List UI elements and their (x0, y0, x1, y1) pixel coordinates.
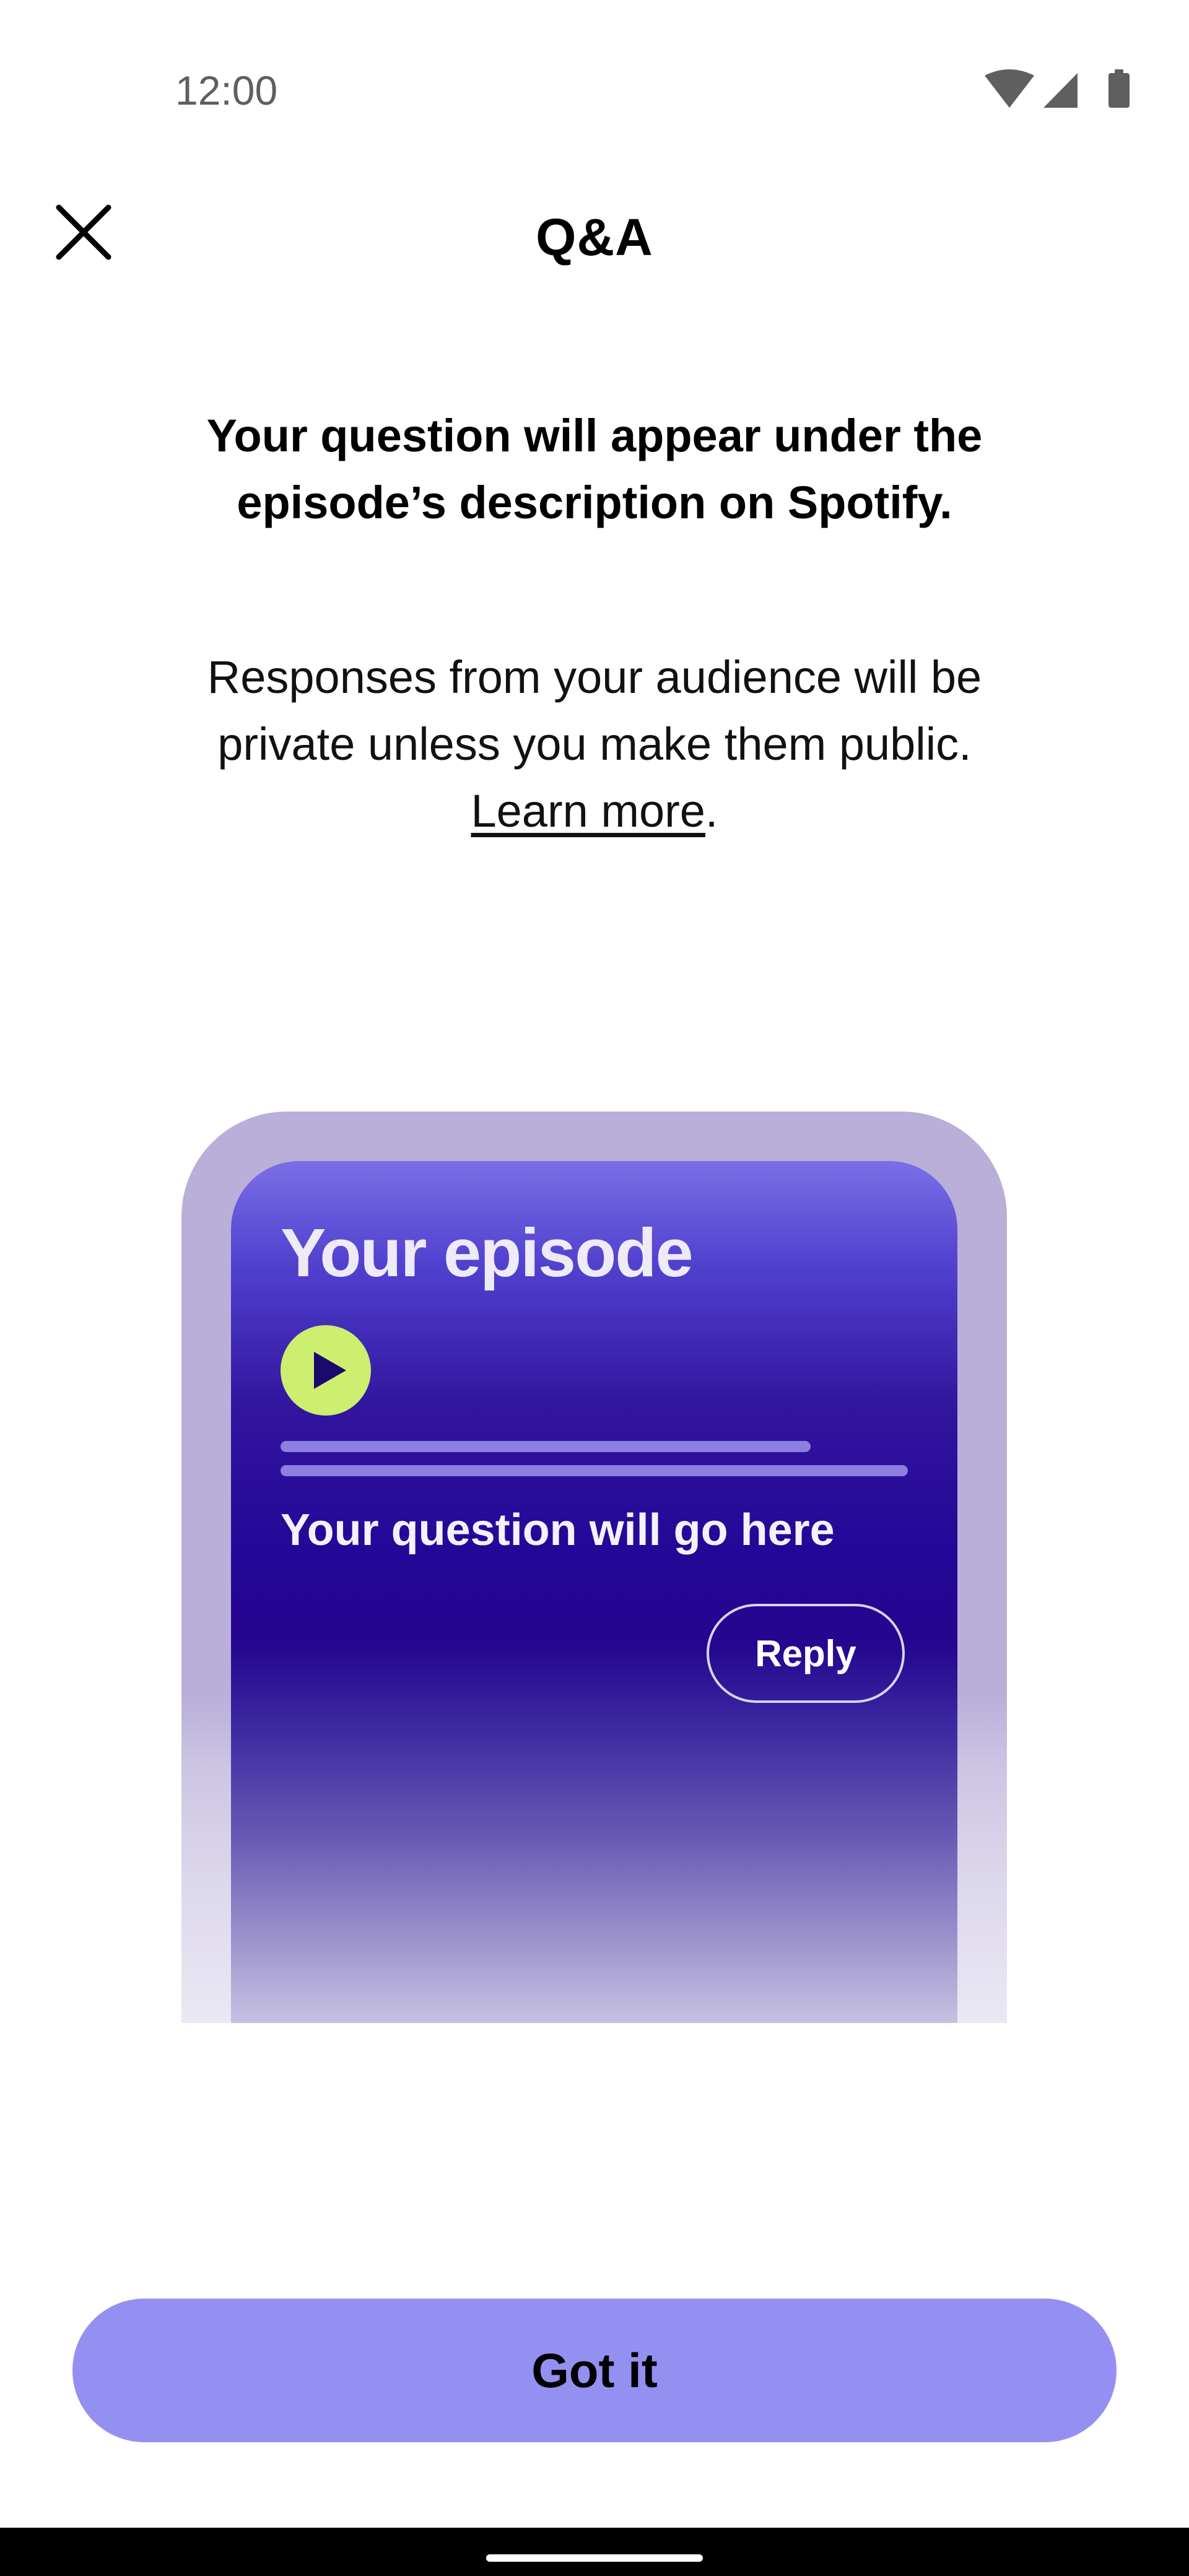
episode-illustration: Your episode Your question will go here … (181, 1112, 1007, 2023)
page-title: Q&A (536, 208, 653, 266)
illustration-text-line (281, 1465, 908, 1476)
play-icon (281, 1325, 371, 1416)
status-icons (985, 69, 1130, 108)
learn-more-suffix: . (705, 785, 718, 837)
status-time: 12:00 (175, 67, 278, 113)
body-text-main: Responses from your audience will be pri… (207, 651, 982, 770)
headline-text: Your question will appear under the epis… (206, 410, 983, 528)
body-text: Responses from your audience will be pri… (142, 644, 1047, 845)
learn-more-link[interactable]: Learn more (471, 785, 705, 837)
battery-icon (1108, 69, 1130, 108)
wifi-icon (985, 69, 1034, 108)
illustration-title: Your episode (281, 1215, 694, 1291)
got-it-button[interactable]: Got it (72, 2299, 1117, 2442)
home-gesture-handle[interactable] (486, 2554, 703, 2562)
status-bar: 12:00 (0, 0, 1189, 186)
illustration-progress-line (281, 1441, 811, 1452)
illustration-reply-button: Reply (707, 1604, 905, 1703)
illustration-question-text: Your question will go here (281, 1505, 835, 1555)
navigation-bar (0, 2528, 1189, 2576)
cellular-signal-icon (1043, 73, 1078, 108)
illustration-phone-screen: Your episode Your question will go here … (231, 1161, 957, 2023)
